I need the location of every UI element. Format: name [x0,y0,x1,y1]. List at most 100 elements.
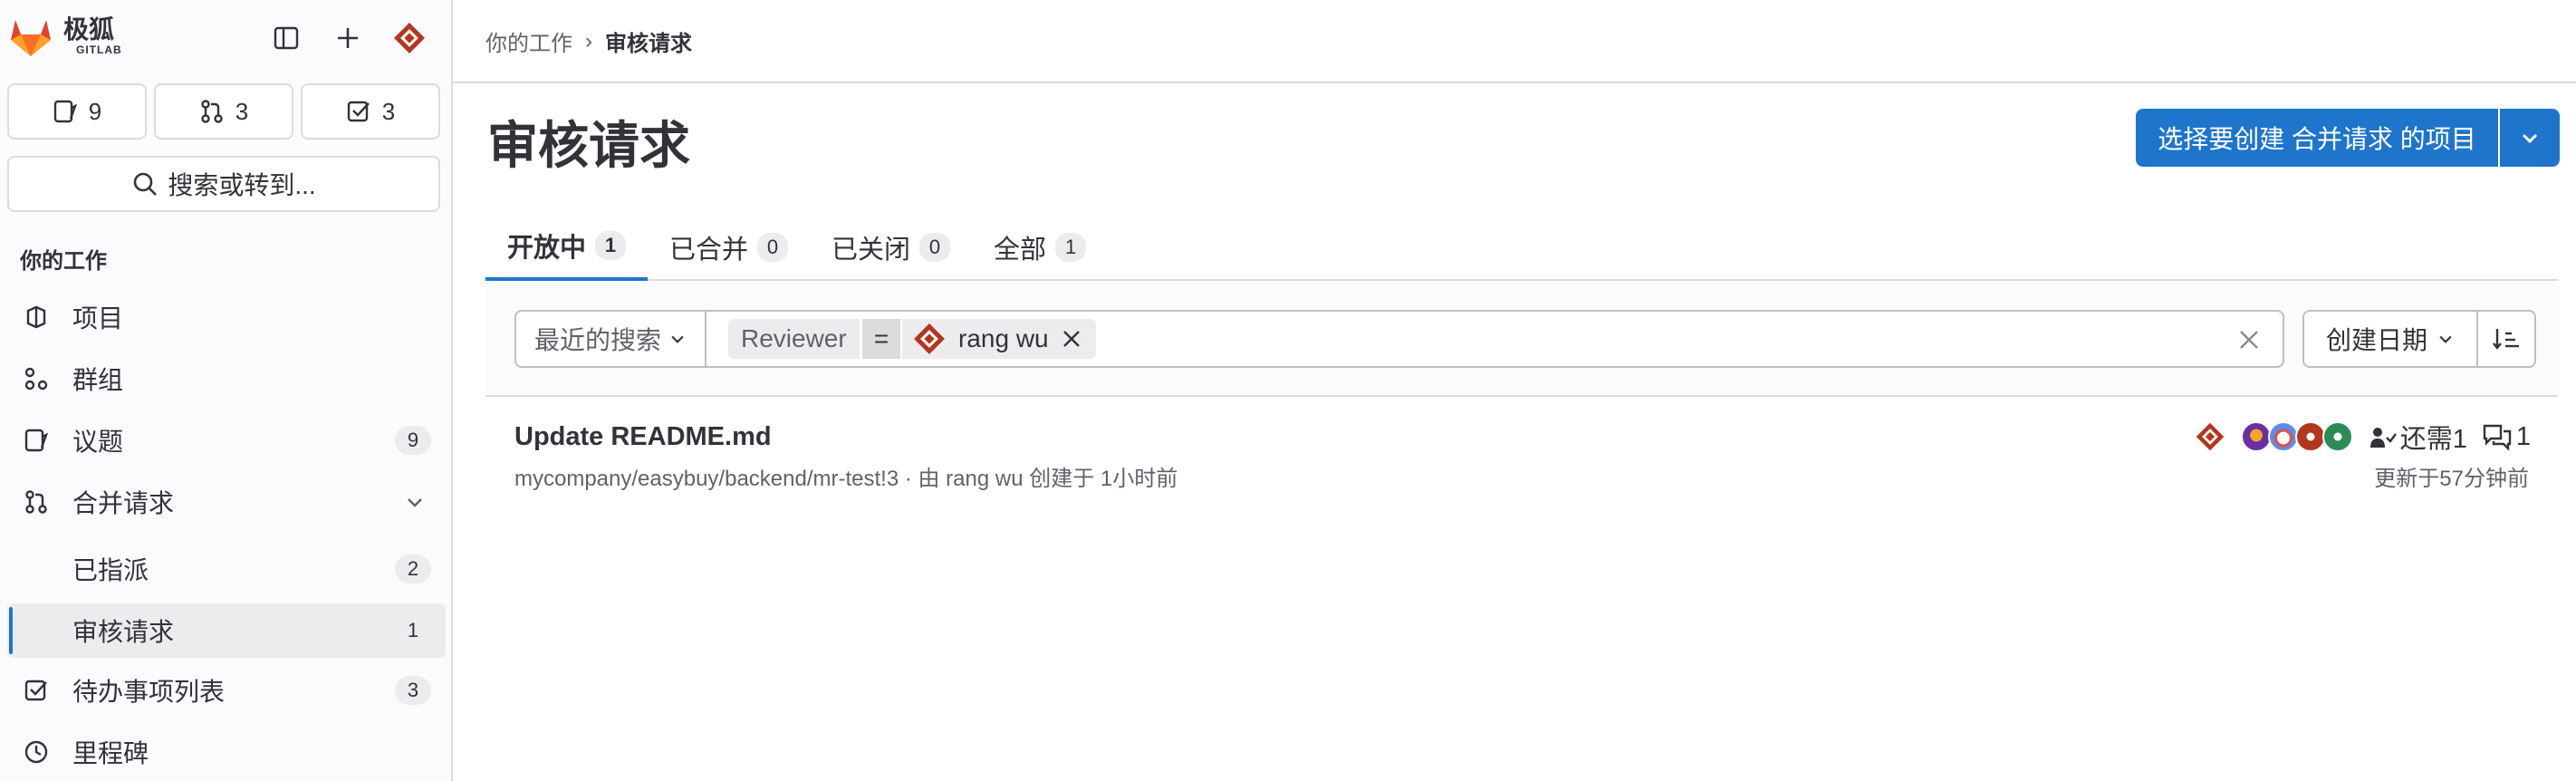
page-title: 审核请求 [487,117,690,174]
sort-direction-button[interactable] [2476,310,2536,368]
plus-icon[interactable] [332,22,364,54]
state-tabs: 开放中 1 已合并 0 已关闭 0 全部 1 [485,214,1108,281]
sidebar-item-assigned[interactable]: 已指派 2 [7,542,446,596]
close-icon[interactable] [1060,327,1083,351]
search-button[interactable]: 搜索或转到... [7,156,440,212]
issues-icon [53,100,77,123]
approval-user-icon [2369,428,2397,448]
tab-label: 已合并 [669,236,749,265]
sidebar-item-label: 合并请求 [72,489,175,517]
user-avatar[interactable] [391,20,428,56]
approval-needed-text: 还需1 [2399,425,2467,454]
sort-field-label: 创建日期 [2325,326,2427,354]
approval-status[interactable]: 还需1 [2369,418,2467,456]
reviewer-avatar[interactable] [2267,421,2299,452]
merge-request-icon [18,484,54,520]
filter-token-value-text: rang wu [958,324,1049,352]
filter-token-key[interactable]: Reviewer [728,319,860,359]
count-badge: 9 [395,426,431,455]
gitlab-logo-icon[interactable] [7,13,54,58]
breadcrumb-current[interactable]: 审核请求 [605,25,692,57]
chevron-down-icon [671,335,684,343]
sidebar-item-label: 群组 [72,366,124,394]
breadcrumb-separator: › [585,28,592,53]
sidebar-section-title: 你的工作 [20,249,107,274]
tab-count: 1 [595,231,627,260]
breadcrumb-parent-link[interactable]: 你的工作 [485,25,572,57]
filter-token-operator[interactable]: = [862,319,900,359]
filtered-search-input[interactable]: Reviewer = rang wu [705,310,2284,368]
breadcrumb: 你的工作 › 审核请求 [485,25,692,57]
main-content: 你的工作 › 审核请求 审核请求 选择要创建 合并请求 的项目 开放中 1 已合… [453,0,2576,781]
filter-token-value[interactable]: rang wu [902,319,1096,359]
sidebar-item-label: 议题 [72,428,124,456]
reviewer-avatar[interactable] [2321,421,2353,452]
search-label: 搜索或转到... [168,171,316,199]
recent-searches-label: 最近的搜索 [533,326,661,354]
count-badge: 3 [395,676,431,705]
toggle-sidebar-icon[interactable] [270,22,303,54]
sidebar-item-label: 审核请求 [72,618,175,646]
tab-count: 0 [757,233,789,262]
todos-counter-button[interactable]: 3 [301,83,440,140]
comments-count[interactable]: 1 [2482,422,2531,452]
merge-requests-counter-button[interactable]: 3 [154,83,293,140]
issues-icon [18,422,54,458]
sidebar-item-label: 已指派 [72,556,149,584]
select-project-dropdown-button[interactable] [2500,109,2560,167]
merge-request-title-link[interactable]: Update README.md [514,422,772,452]
merge-request-icon [201,100,223,123]
sidebar-item-milestones[interactable]: 里程碑 [7,725,446,779]
sidebar-item-projects[interactable]: 项目 [7,290,446,344]
tab-count: 0 [919,233,951,262]
issues-count: 9 [88,97,102,125]
comments-icon [2483,424,2512,450]
sidebar: 极狐 GITLAB 9 3 3 搜索或转到... 你的工作 项目 群组 议题 9… [0,0,453,781]
reviewer-avatar [914,323,945,354]
group-icon [18,361,54,397]
filter-bar: 最近的搜索 Reviewer = rang wu 创建日期 [485,281,2558,397]
tab-closed[interactable]: 已关闭 0 [810,214,972,281]
chevron-down-icon [2439,335,2452,343]
clear-filter-icon[interactable] [2235,326,2263,353]
clock-icon [18,734,54,770]
tab-open[interactable]: 开放中 1 [485,214,649,281]
reviewer-avatar[interactable] [2240,421,2272,452]
sidebar-item-label: 项目 [72,304,124,333]
tab-label: 开放中 [507,234,587,263]
sidebar-item-todos[interactable]: 待办事项列表 3 [7,663,446,718]
tab-count: 1 [1055,233,1087,262]
search-icon [134,172,158,196]
issues-counter-button[interactable]: 9 [7,83,147,140]
sidebar-item-merge-requests[interactable]: 合并请求 [7,475,446,529]
tab-merged[interactable]: 已合并 0 [648,214,810,281]
sidebar-item-review-requests[interactable]: 审核请求 1 [7,603,446,658]
sort-field-dropdown[interactable]: 创建日期 [2302,310,2478,368]
merge-request-meta: mycompany/easybuy/backend/mr-test!3 · 由 … [514,467,1178,491]
sidebar-item-label: 里程碑 [72,739,149,767]
brand-sub: GITLAB [76,43,122,56]
comments-count-text: 1 [2515,421,2531,451]
brand[interactable]: 极狐 GITLAB [63,15,122,57]
todo-checkbox-icon [18,672,54,709]
sidebar-item-issues[interactable]: 议题 9 [7,413,446,468]
reviewer-avatar[interactable] [2294,421,2326,452]
tab-label: 已关闭 [831,236,911,265]
chevron-down-icon [408,498,422,507]
brand-name: 极狐 [63,15,115,43]
sidebar-item-label: 待办事项列表 [72,678,226,706]
author-avatar[interactable] [2194,420,2226,453]
chevron-down-icon [2522,133,2538,144]
recent-searches-dropdown[interactable]: 最近的搜索 [514,310,706,368]
sidebar-item-groups[interactable]: 群组 [7,352,446,406]
count-badge: 1 [395,616,431,645]
todo-checkbox-icon [347,101,370,122]
count-badge: 2 [395,554,431,583]
sort-lowest-icon [2493,329,2519,350]
merge-requests-count: 3 [235,97,249,125]
todos-count: 3 [381,97,396,125]
tab-all[interactable]: 全部 1 [972,214,1108,281]
merge-request-indicators: 还需1 1 [2194,419,2531,455]
header-divider [453,82,2576,83]
select-project-button[interactable]: 选择要创建 合并请求 的项目 [2136,109,2498,167]
